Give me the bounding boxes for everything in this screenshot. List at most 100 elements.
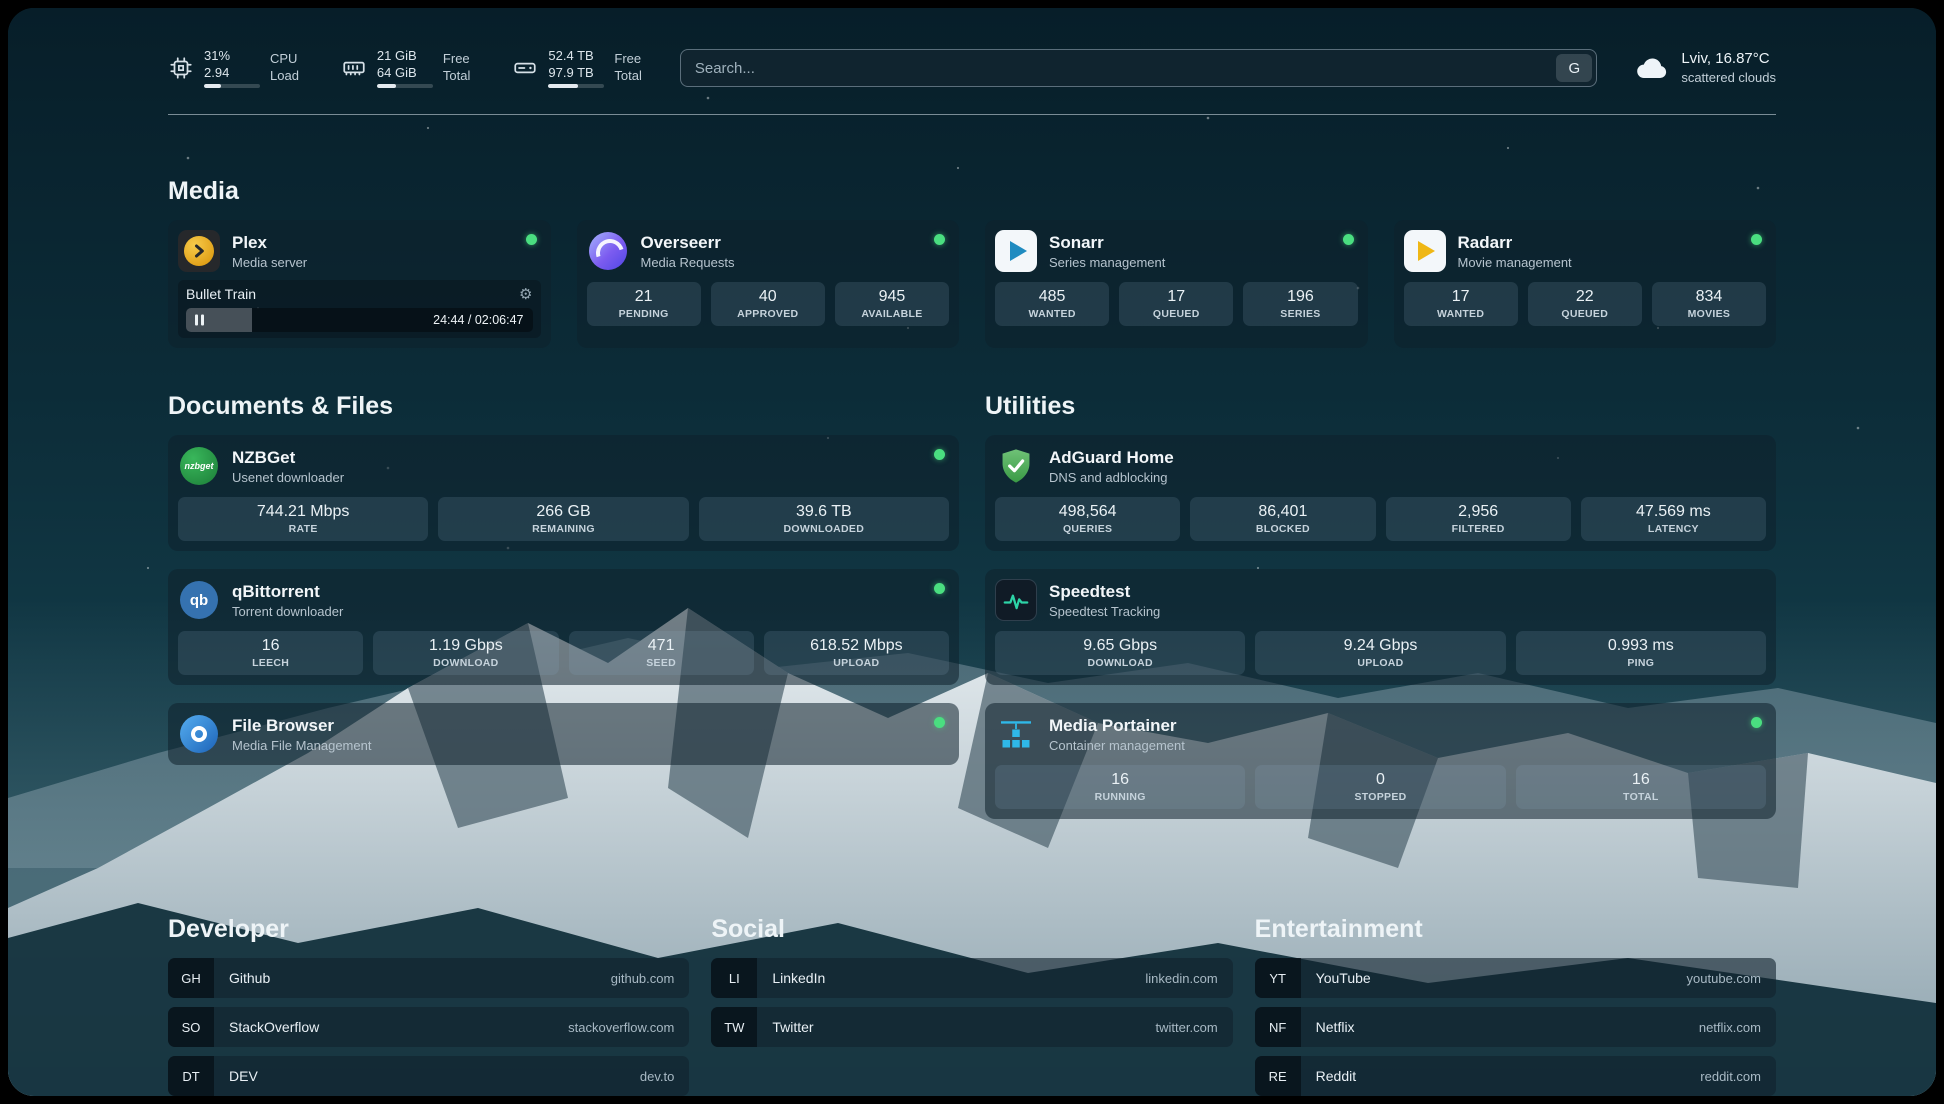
stat-value: 16 [1520,771,1762,789]
utilities-stack: AdGuard Home DNS and adblocking 498,564Q… [985,435,1776,819]
social-list: LI LinkedIn linkedin.com TW Twitter twit… [711,958,1232,1047]
developer-list: GH Github github.com SO StackOverflow st… [168,958,689,1096]
speedtest-name: Speedtest [1049,582,1766,602]
bookmark-dev[interactable]: DT DEV dev.to [168,1056,689,1096]
plex-now-playing: Bullet Train ⚙ 24:44 / 02:06:47 [178,280,541,338]
stat-label: RUNNING [999,791,1241,803]
stat-label: WANTED [999,308,1105,320]
bookmark-stackoverflow[interactable]: SO StackOverflow stackoverflow.com [168,1007,689,1047]
section-utilities: Utilities AdGu [985,392,1776,819]
card-sonarr[interactable]: Sonarr Series management 485WANTED 17QUE… [985,220,1368,348]
stat-value: 196 [1247,288,1353,306]
overseerr-name: Overseerr [641,233,923,253]
playback-time: 24:44 / 02:06:47 [433,313,523,327]
stat-label: SEED [573,657,750,669]
nzbget-subtitle: Usenet downloader [232,470,922,485]
stat-queued: 22QUEUED [1528,282,1642,326]
section-title-documents: Documents & Files [168,392,959,421]
pause-icon [195,315,204,326]
bookmark-url: stackoverflow.com [568,1020,689,1035]
stat-label: AVAILABLE [839,308,945,320]
stat-remaining: 266 GBREMAINING [438,497,688,541]
sonarr-stats: 485WANTED 17QUEUED 196SERIES [995,282,1358,326]
stat-value: 1.19 Gbps [377,637,554,655]
stat-label: DOWNLOAD [999,657,1241,669]
section-title-developer: Developer [168,915,689,944]
stat-label: QUEUED [1532,308,1638,320]
card-adguard[interactable]: AdGuard Home DNS and adblocking 498,564Q… [985,435,1776,551]
stat-label: PENDING [591,308,697,320]
plex-name: Plex [232,233,514,253]
settings-gear-icon[interactable]: ⚙ [519,287,532,302]
disk-total: 97.9 TB [548,65,604,82]
radarr-subtitle: Movie management [1458,255,1740,270]
playback-progressbar: 24:44 / 02:06:47 [186,308,533,332]
section-title-entertainment: Entertainment [1255,915,1776,944]
bookmark-reddit[interactable]: RE Reddit reddit.com [1255,1056,1776,1096]
card-radarr[interactable]: Radarr Movie management 17WANTED 22QUEUE… [1394,220,1777,348]
documents-stack: nzbget NZBGet Usenet downloader 744.21 M… [168,435,959,765]
card-plex[interactable]: Plex Media server Bullet Train ⚙ [168,220,551,348]
memory-progressbar [377,84,433,88]
waveform-icon [1001,585,1031,615]
card-overseerr[interactable]: Overseerr Media Requests 21PENDING 40APP… [577,220,960,348]
radarr-stats: 17WANTED 22QUEUED 834MOVIES [1404,282,1767,326]
plex-titles: Plex Media server [232,233,514,270]
nzbget-status-dot [934,449,945,460]
filebrowser-titles: File Browser Media File Management [232,716,922,753]
sonarr-subtitle: Series management [1049,255,1331,270]
stat-approved: 40APPROVED [711,282,825,326]
memory-free: 21 GiB [377,48,433,65]
bookmark-name: DEV [214,1068,640,1084]
disk-values: 52.4 TB 97.9 TB [548,48,604,89]
stat-value: 86,401 [1194,503,1371,521]
card-nzbget[interactable]: nzbget NZBGet Usenet downloader 744.21 M… [168,435,959,551]
stat-value: 498,564 [999,503,1176,521]
stat-blocked: 86,401BLOCKED [1190,497,1375,541]
bookmark-abbr: TW [711,1007,757,1047]
stat-movies: 834MOVIES [1652,282,1766,326]
bookmark-twitter[interactable]: TW Twitter twitter.com [711,1007,1232,1047]
cpu-progress-fill [204,84,221,88]
radarr-titles: Radarr Movie management [1458,233,1740,270]
stat-value: 471 [573,637,750,655]
bookmark-abbr: NF [1255,1007,1301,1047]
bookmark-linkedin[interactable]: LI LinkedIn linkedin.com [711,958,1232,998]
speedtest-stats: 9.65 GbpsDOWNLOAD 9.24 GbpsUPLOAD 0.993 … [995,631,1766,675]
bookmark-name: Netflix [1301,1019,1699,1035]
card-filebrowser[interactable]: File Browser Media File Management [168,703,959,765]
cpu-widget: 31% 2.94 CPU Load [168,48,299,89]
disk-free: 52.4 TB [548,48,604,65]
stat-label: QUEUED [1123,308,1229,320]
bookmark-url: netflix.com [1699,1020,1776,1035]
card-qbittorrent[interactable]: qb qBittorrent Torrent downloader 16LEEC… [168,569,959,685]
nzbget-titles: NZBGet Usenet downloader [232,448,922,485]
stat-download: 1.19 GbpsDOWNLOAD [373,631,558,675]
search-provider-button[interactable]: G [1556,54,1592,82]
bookmark-abbr: YT [1255,958,1301,998]
stat-value: 744.21 Mbps [182,503,424,521]
card-speedtest[interactable]: Speedtest Speedtest Tracking 9.65 GbpsDO… [985,569,1776,685]
bookmark-github[interactable]: GH Github github.com [168,958,689,998]
stat-downloaded: 39.6 TBDOWNLOADED [699,497,949,541]
sonarr-name: Sonarr [1049,233,1331,253]
qbittorrent-subtitle: Torrent downloader [232,604,922,619]
card-portainer[interactable]: Media Portainer Container management 16R… [985,703,1776,819]
plex-status-dot [526,234,537,245]
cpu-icon [168,55,194,81]
cpu-progressbar [204,84,260,88]
weather-condition: scattered clouds [1681,69,1776,87]
bookmark-abbr: LI [711,958,757,998]
filebrowser-icon [178,713,220,755]
search-input[interactable] [680,49,1597,87]
plex-now-playing-header: Bullet Train ⚙ [186,286,533,302]
qbittorrent-stats: 16LEECH 1.19 GbpsDOWNLOAD 471SEED 618.52… [178,631,949,675]
bookmark-url: twitter.com [1156,1020,1233,1035]
stat-stopped: 0STOPPED [1255,765,1505,809]
bookmark-url: youtube.com [1687,971,1776,986]
speedtest-subtitle: Speedtest Tracking [1049,604,1766,619]
bookmark-netflix[interactable]: NF Netflix netflix.com [1255,1007,1776,1047]
stat-label: UPLOAD [768,657,945,669]
bookmark-youtube[interactable]: YT YouTube youtube.com [1255,958,1776,998]
dashboard-content: 31% 2.94 CPU Load [168,8,1776,1096]
